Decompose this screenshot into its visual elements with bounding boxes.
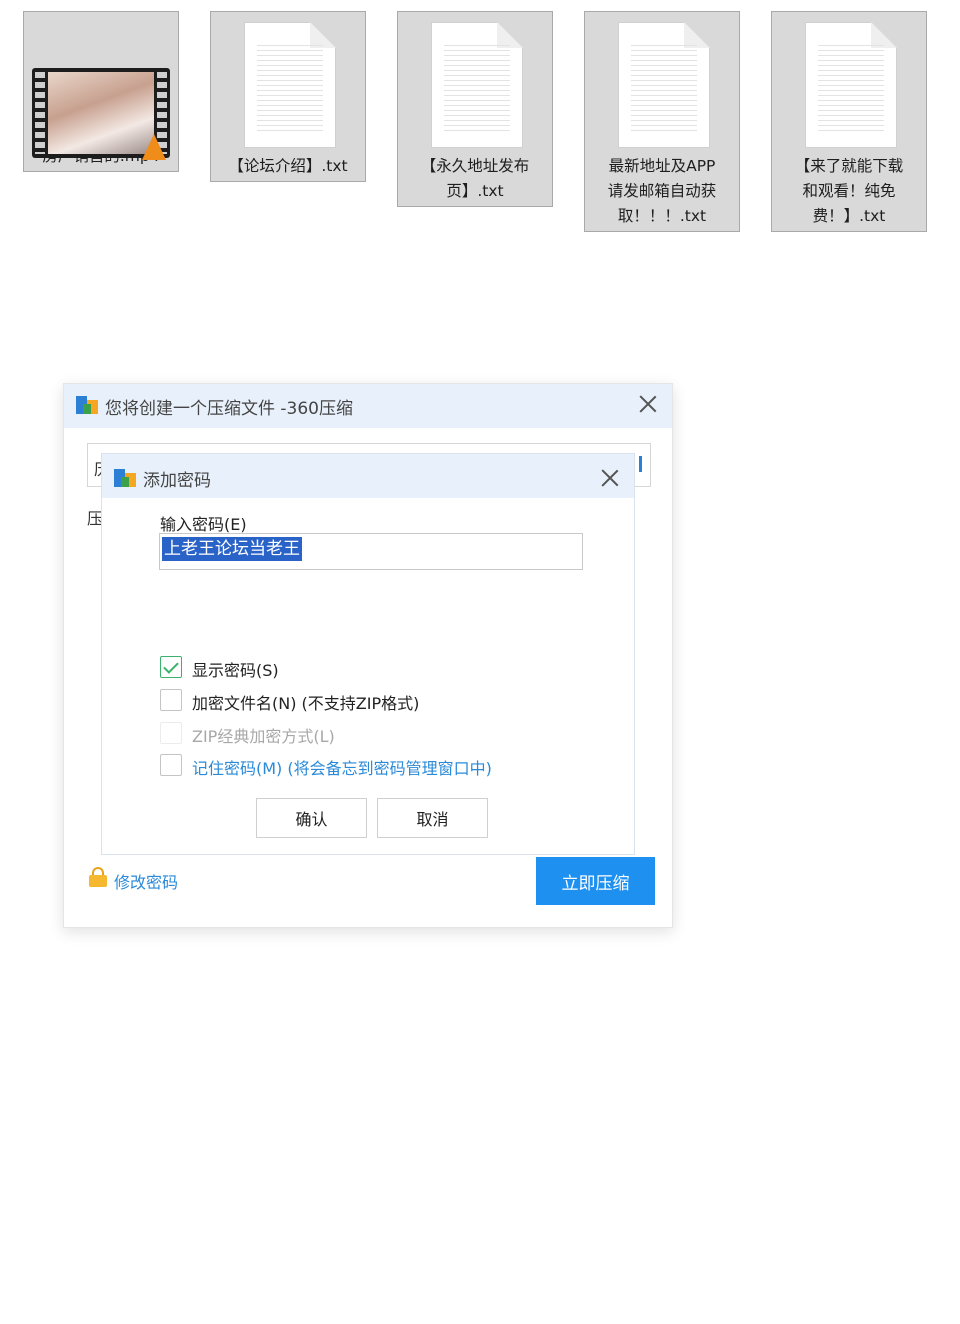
field-edge-marker: [639, 456, 642, 472]
checkbox-disabled: [160, 722, 182, 744]
file-tile-text[interactable]: 【论坛介绍】.txt: [210, 11, 366, 182]
file-name: 【永久地址发布 页】.txt: [420, 157, 530, 200]
file-tile-text[interactable]: 最新地址及APP 请发邮箱自动获 取！！！.txt: [584, 11, 740, 232]
zip-classic-encryption-label: ZIP经典加密方式(L): [192, 727, 335, 746]
text-file-icon: [618, 22, 710, 148]
file-name: 【论坛介绍】.txt: [228, 157, 348, 175]
close-icon[interactable]: [598, 466, 622, 490]
checkbox[interactable]: [160, 689, 182, 711]
file-name: 最新地址及APP 请发邮箱自动获 取！！！.txt: [607, 157, 717, 225]
modify-password-link[interactable]: 修改密码: [114, 869, 178, 893]
text-file-icon: [244, 22, 336, 148]
app-360zip-icon: [114, 469, 136, 487]
password-value: 上老王论坛当老王: [162, 537, 302, 561]
vlc-cone-icon: [142, 134, 166, 160]
add-password-dialog: 添加密码 输入密码(E) 上老王论坛当老王 显示密码(S) 加密文件名(N) (…: [101, 453, 635, 855]
compress-dialog-titlebar[interactable]: 您将创建一个压缩文件 -360压缩: [64, 384, 672, 428]
password-dialog-title: 添加密码: [143, 471, 211, 491]
show-password-label: 显示密码(S): [192, 661, 279, 680]
app-360zip-icon: [76, 396, 98, 414]
checkbox-checked[interactable]: [160, 656, 182, 678]
remember-password-label[interactable]: 记住密码(M) (将会备忘到密码管理窗口中): [192, 755, 492, 779]
file-tile-video[interactable]: 房产销售的.mp4: [23, 11, 179, 172]
compress-dialog-title: 您将创建一个压缩文件 -360压缩: [105, 399, 353, 419]
file-name: 【来了就能下载 和观看！纯免 费！】.txt: [794, 157, 904, 225]
password-dialog-titlebar[interactable]: 添加密码: [102, 454, 634, 498]
cancel-button[interactable]: 取消: [377, 798, 488, 838]
file-tile-text[interactable]: 【永久地址发布 页】.txt: [397, 11, 553, 207]
close-icon[interactable]: [636, 392, 660, 416]
text-file-icon: [431, 22, 523, 148]
lock-icon: [89, 867, 107, 887]
confirm-button[interactable]: 确认: [256, 798, 367, 838]
file-tile-text[interactable]: 【来了就能下载 和观看！纯免 费！】.txt: [771, 11, 927, 232]
text-file-icon: [805, 22, 897, 148]
compress-now-button[interactable]: 立即压缩: [536, 857, 655, 905]
password-input[interactable]: 上老王论坛当老王: [159, 533, 583, 570]
password-input-label: 输入密码(E): [160, 515, 247, 534]
encrypt-filenames-label: 加密文件名(N) (不支持ZIP格式): [192, 694, 420, 713]
checkbox[interactable]: [160, 754, 182, 776]
video-thumbnail: [24, 12, 178, 160]
video-file-icon: [32, 68, 170, 160]
